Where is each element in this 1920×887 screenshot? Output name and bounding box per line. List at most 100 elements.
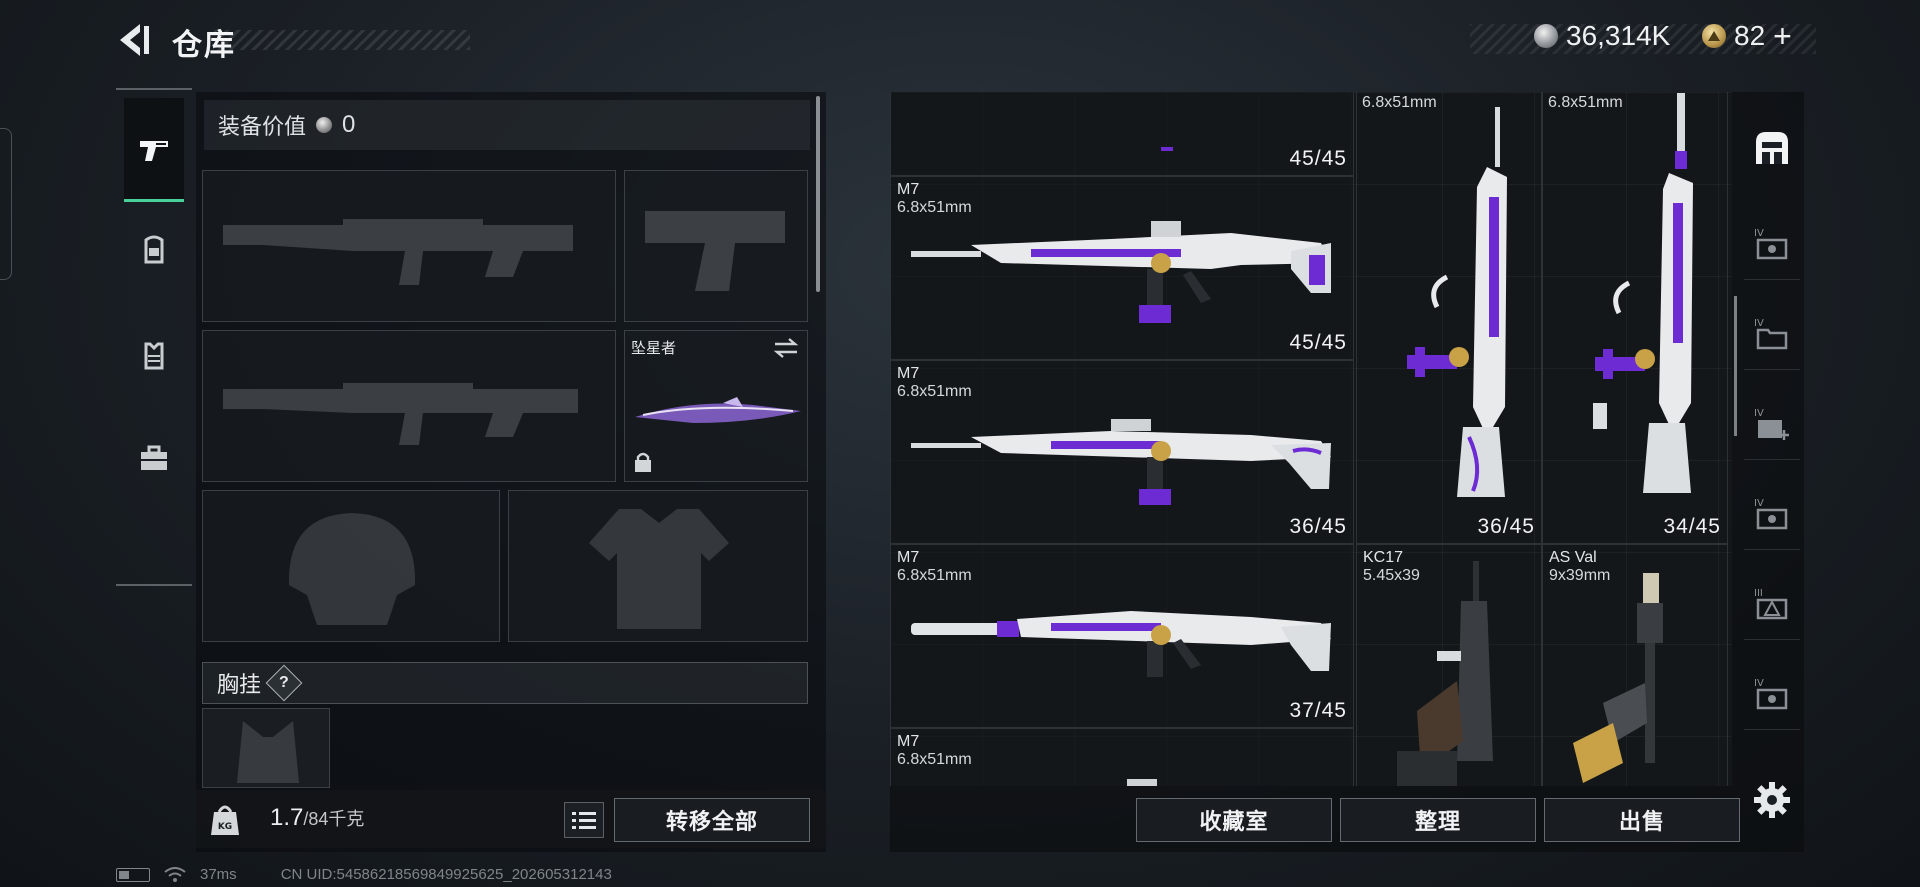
rifle-vertical-icon: [1573, 573, 1663, 783]
chest-rig-header: 胸挂 ?: [202, 662, 808, 704]
ammo-count: 45/45: [1289, 147, 1347, 170]
rifle-icon: [911, 221, 1331, 323]
armor-silhouette-icon: [589, 509, 729, 629]
item-name: M7: [897, 181, 920, 198]
status-bar: 37ms CN UID:54586218569849925625_2026053…: [116, 866, 612, 883]
melee-slot[interactable]: 坠星者: [624, 330, 808, 482]
add-stash-icon: IV: [1754, 408, 1789, 440]
stash-box-icon: IV: [1754, 678, 1788, 709]
stash-item[interactable]: 34/45: [1542, 92, 1728, 544]
tab-backpack-real[interactable]: [116, 202, 192, 298]
list-view-button[interactable]: [564, 802, 604, 838]
svg-text:IV: IV: [1754, 498, 1764, 509]
help-icon[interactable]: ?: [265, 664, 303, 702]
weight-current: 1.7: [270, 804, 304, 831]
equipment-value: 0: [342, 111, 356, 138]
filter-slot-5[interactable]: III: [1744, 568, 1800, 640]
premium-add-button[interactable]: +: [1773, 18, 1792, 55]
category-tabs: [116, 88, 192, 586]
helmet-silhouette-icon: [288, 513, 416, 625]
premium-amount: 82: [1734, 20, 1766, 51]
filter-all[interactable]: [1744, 108, 1800, 188]
helmet-slot[interactable]: [202, 490, 500, 642]
swap-icon[interactable]: [773, 337, 799, 359]
svg-text:KG: KG: [218, 822, 232, 832]
weight-icon: KG: [211, 805, 239, 835]
filter-slot-3[interactable]: IV: [1744, 388, 1800, 460]
sidearm-slot[interactable]: [624, 170, 808, 322]
stash-item[interactable]: 36/45: [1356, 92, 1542, 544]
tab-vest[interactable]: [116, 308, 192, 404]
weight-max: /84千克: [303, 809, 365, 829]
stash-box-icon: IV: [1754, 228, 1788, 259]
warning-box-icon: III: [1754, 588, 1788, 619]
stash-item[interactable]: AS Val 9x39mm: [1542, 544, 1728, 786]
filter-slot-4[interactable]: IV: [1744, 478, 1800, 550]
filter-slot-1[interactable]: IV: [1744, 208, 1800, 280]
toolbox-icon: [141, 445, 167, 470]
tab-weapons[interactable]: [124, 98, 184, 202]
stash-item[interactable]: KC17 5.45x39: [1356, 544, 1542, 786]
svg-text:III: III: [1754, 588, 1763, 599]
ammo-count: 45/45: [1289, 331, 1347, 354]
coin-balance[interactable]: 36,314K: [1534, 18, 1670, 54]
vest-icon: [144, 342, 164, 370]
rifle-icon: [911, 611, 1331, 677]
battery-icon: [116, 867, 150, 882]
item-caliber: 6.8x51mm: [897, 751, 972, 768]
filter-scrollbar[interactable]: [1734, 296, 1737, 436]
ammo-count: 34/45: [1663, 515, 1721, 538]
edge-handle[interactable]: [0, 128, 12, 280]
ammo-count: 36/45: [1289, 515, 1347, 538]
item-name: M7: [897, 365, 920, 382]
collection-room-button[interactable]: 收藏室: [1136, 798, 1332, 842]
wifi-icon: [164, 866, 186, 882]
coin-icon: [1534, 24, 1558, 48]
stash-grid[interactable]: 45/45 M7 6.8x51mm M7 6.8x51mm M7 6.8x51m…: [890, 92, 1732, 786]
primary-weapon-slot-1[interactable]: [202, 170, 616, 322]
premium-coin-icon: [1702, 24, 1726, 48]
premium-balance[interactable]: 82 +: [1702, 18, 1792, 54]
weight-button[interactable]: KG: [210, 802, 240, 836]
ammo-count: 36/45: [1477, 515, 1535, 538]
item-name: M7: [897, 733, 920, 750]
lock-icon: [635, 452, 651, 472]
primary-weapon-slot-2[interactable]: [202, 330, 616, 482]
armor-slot[interactable]: [508, 490, 808, 642]
ammo-count: 37/45: [1289, 699, 1347, 722]
back-button[interactable]: [112, 20, 156, 60]
sell-button[interactable]: 出售: [1544, 798, 1740, 842]
rifle-icon: [1161, 147, 1173, 151]
svg-text:IV: IV: [1754, 408, 1764, 419]
item-name: AS Val: [1549, 549, 1597, 566]
gear-icon: [1754, 782, 1790, 818]
stash-item[interactable]: M7 6.8x51mm 45/45: [890, 176, 1354, 360]
uid-readout: CN UID:54586218569849925625_202605312143: [280, 866, 612, 883]
rifle-silhouette-icon: [223, 383, 578, 445]
equipment-scrollbar[interactable]: [816, 96, 820, 292]
equipment-value-label: 装备价值: [218, 114, 307, 139]
filter-slot-6[interactable]: IV: [1744, 658, 1800, 730]
rifle-vertical-icon: [1407, 107, 1507, 497]
transfer-all-button[interactable]: 转移全部: [614, 798, 810, 842]
melee-name: 坠星者: [631, 340, 677, 357]
stash-item[interactable]: 45/45: [890, 92, 1354, 176]
stash-item[interactable]: M7 6.8x51mm 37/45: [890, 544, 1354, 728]
tab-toolbox[interactable]: [116, 410, 192, 506]
rifle-silhouette-icon: [223, 219, 573, 285]
list-icon: [572, 812, 596, 829]
pistol-icon: [140, 140, 168, 161]
settings-button[interactable]: [1752, 780, 1792, 820]
rifle-vertical-icon: [1593, 93, 1693, 493]
chest-rig-label: 胸挂: [217, 672, 262, 697]
weight-readout: 1.7/84千克: [270, 804, 364, 832]
back-arrow-icon: [120, 24, 149, 56]
stash-item[interactable]: M7 6.8x51mm: [890, 728, 1354, 786]
pistol-silhouette-icon: [645, 211, 785, 291]
filter-slot-2[interactable]: IV: [1744, 298, 1800, 370]
chest-rig-slot[interactable]: [202, 708, 330, 788]
stash-item[interactable]: M7 6.8x51mm 36/45: [890, 360, 1354, 544]
ping-readout: 37ms: [200, 866, 237, 883]
sort-button[interactable]: 整理: [1340, 798, 1536, 842]
equipment-value-bar: 装备价值 0: [204, 100, 810, 150]
